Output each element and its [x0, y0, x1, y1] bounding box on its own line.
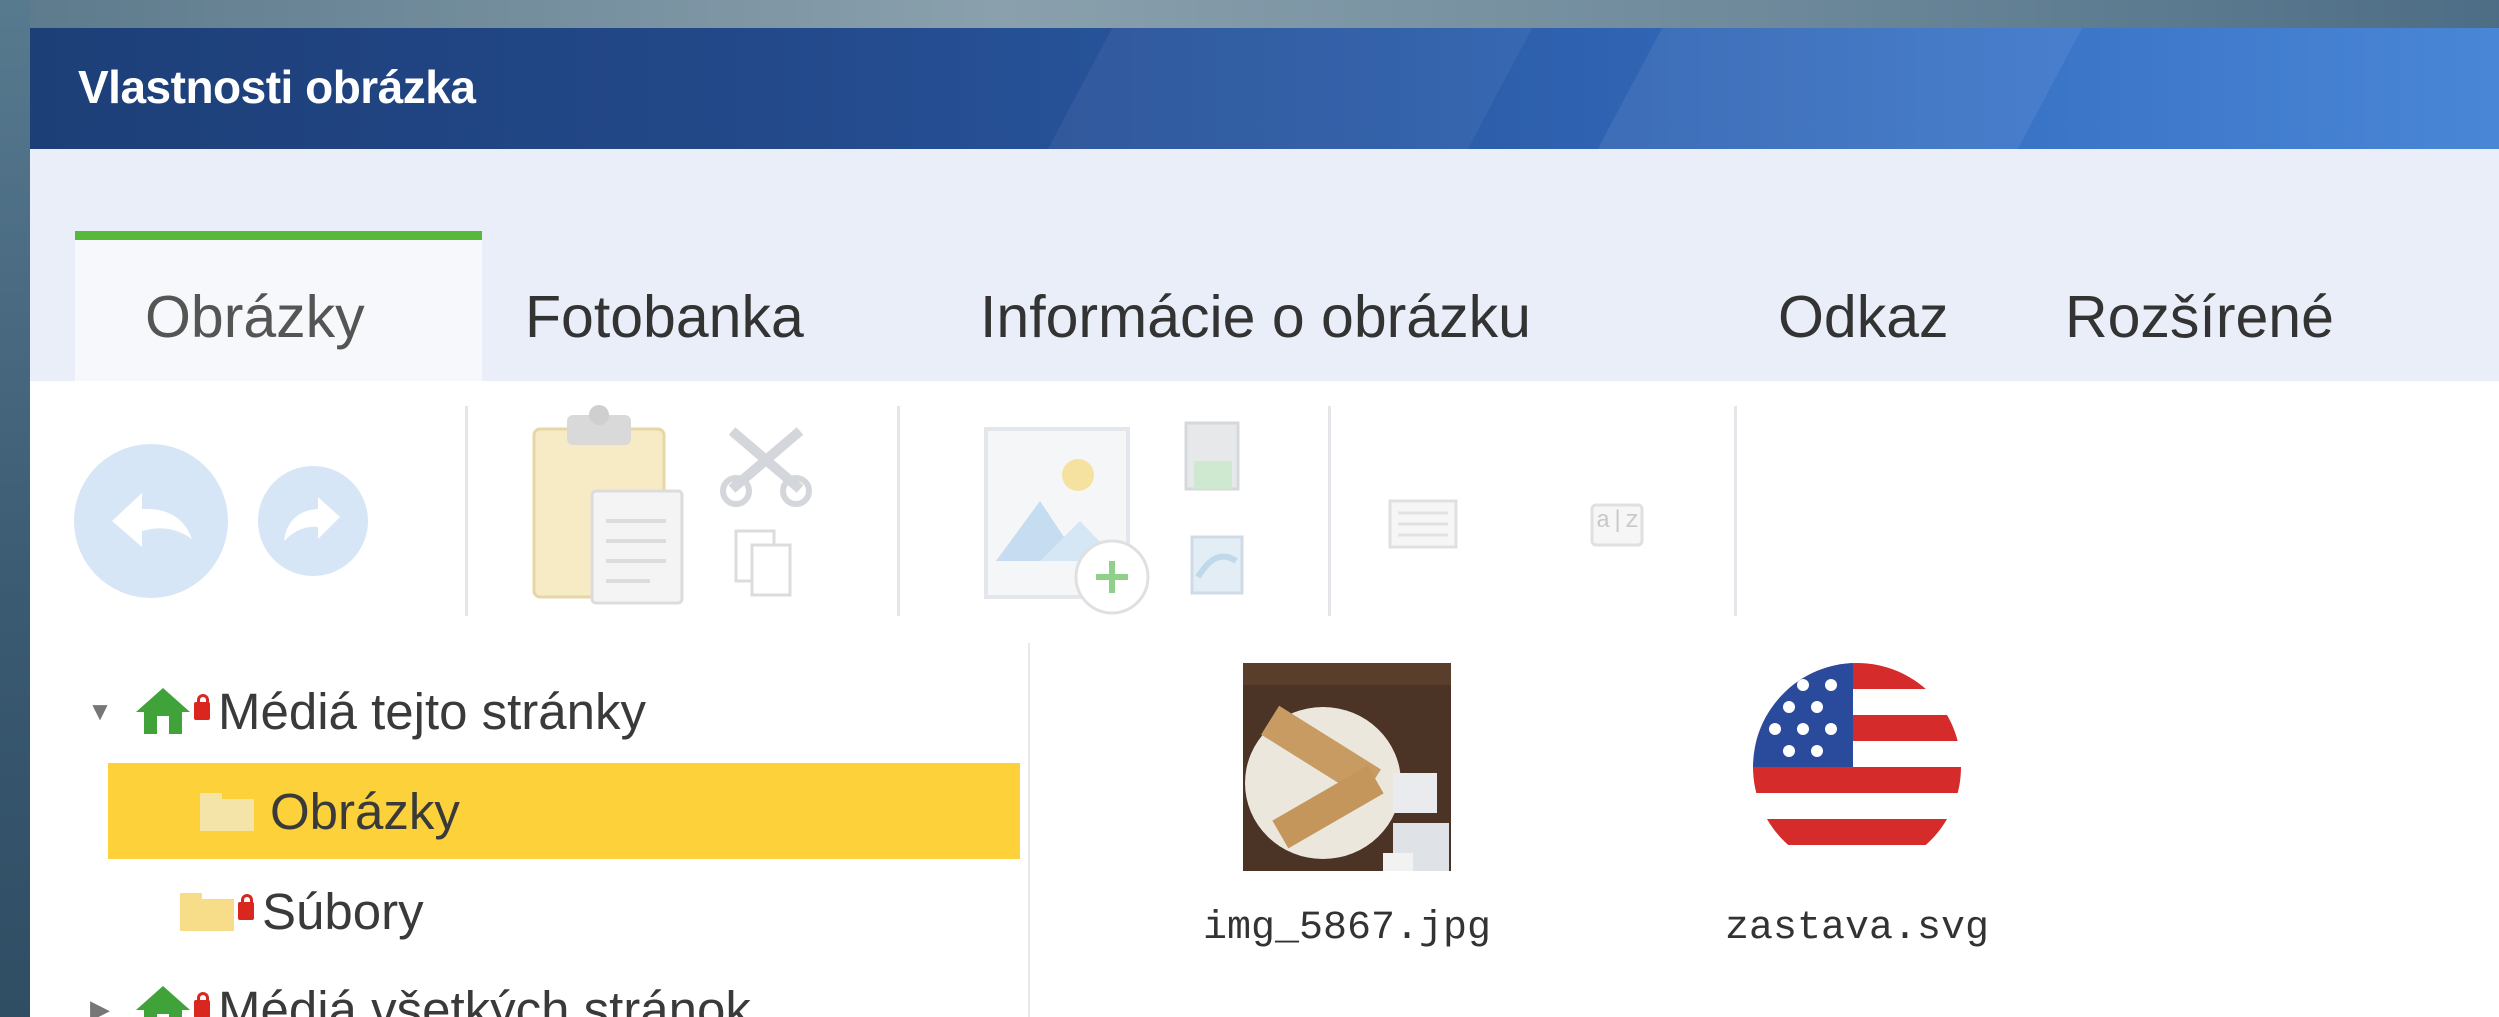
tree-node-media-vsetkych-stranok[interactable]: ▶ Médiá všetkých stránok: [80, 961, 1030, 1017]
lock-icon: [194, 694, 210, 720]
tab-obrazky[interactable]: Obrázky: [75, 231, 482, 381]
cut-icon[interactable]: [720, 427, 812, 507]
expand-arrow-right-icon[interactable]: ▶: [80, 994, 120, 1017]
tree-node-label: Súbory: [262, 882, 424, 940]
tab-odkaz[interactable]: Odkaz: [1778, 231, 1978, 381]
file-name: img_5867.jpg: [1202, 906, 1492, 951]
back-icon[interactable]: [74, 444, 228, 598]
titlebar-decoration: [1047, 28, 1533, 149]
window-frame-top: [0, 0, 2499, 28]
folder-tree: ▼ Médiá tejto stránky Obrázky Súbory ▶ M…: [30, 643, 1030, 1017]
sort-az-label: a|z: [1596, 508, 1640, 535]
tree-node-label: Obrázky: [270, 782, 460, 840]
tab-informacie-o-obrazku[interactable]: Informácie o obrázku: [980, 231, 1650, 381]
tree-node-subory[interactable]: Súbory: [178, 863, 1028, 959]
file-manager-toolbar: a|z: [30, 381, 2499, 643]
toolbar-separator: [1328, 406, 1331, 616]
us-flag-icon: [1753, 663, 1961, 871]
window-frame-left: [0, 0, 30, 1017]
toolbar-separator: [1734, 406, 1737, 616]
toolbar-separator: [897, 406, 900, 616]
file-name: zastava.svg: [1724, 906, 1990, 951]
file-item-zastava[interactable]: zastava.svg: [1692, 663, 2022, 951]
home-icon: [136, 986, 190, 1017]
refresh-file-icon[interactable]: [1190, 535, 1244, 595]
add-image-icon[interactable]: [984, 427, 1150, 615]
tab-rozsirene[interactable]: Rozšírené: [2065, 231, 2395, 381]
tree-node-label: Médiá tejto stránky: [218, 682, 647, 740]
clipboard-paste-icon[interactable]: [532, 405, 684, 605]
tree-node-label: Médiá všetkých stránok: [218, 980, 751, 1017]
tree-node-media-tejto-stranky[interactable]: ▼ Médiá tejto stránky: [80, 663, 1030, 759]
lock-icon: [194, 992, 210, 1017]
tree-node-obrazky[interactable]: Obrázky: [108, 763, 1020, 859]
home-icon: [136, 688, 190, 734]
copy-icon[interactable]: [734, 529, 792, 597]
tab-fotobanka[interactable]: Fotobanka: [525, 231, 895, 381]
folder-icon: [180, 893, 234, 931]
image-thumbnail: [1243, 663, 1451, 871]
dialog-titlebar[interactable]: Vlastnosti obrázka: [30, 28, 2499, 149]
folder-icon: [200, 793, 254, 831]
list-view-icon[interactable]: [1388, 499, 1458, 549]
expand-arrow-down-icon[interactable]: ▼: [80, 696, 120, 727]
file-item-img-5867[interactable]: img_5867.jpg: [1182, 663, 1512, 951]
move-file-icon[interactable]: [1184, 421, 1240, 491]
forward-icon[interactable]: [258, 466, 368, 576]
tab-bar: Obrázky Fotobanka Informácie o obrázku O…: [30, 149, 2499, 381]
toolbar-separator: [465, 406, 468, 616]
titlebar-decoration: [1597, 28, 2083, 149]
file-list-panel: img_5867.jpg zastava.svg: [1032, 643, 2499, 1017]
lock-icon: [238, 894, 254, 920]
dialog-title: Vlastnosti obrázka: [78, 61, 476, 113]
image-properties-dialog: Vlastnosti obrázka Obrázky Fotobanka Inf…: [30, 28, 2499, 1017]
